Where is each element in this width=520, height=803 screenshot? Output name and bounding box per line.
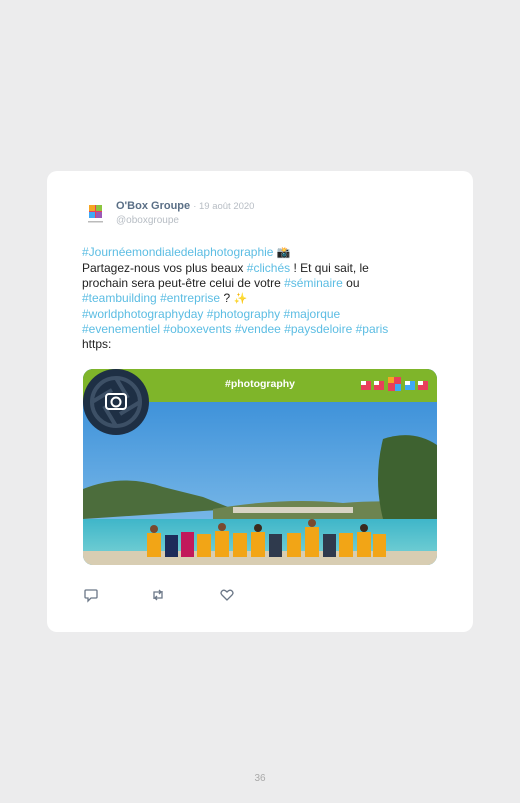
hashtag[interactable]: #oboxevents <box>163 322 231 336</box>
camera-icon: 📸 <box>276 247 291 259</box>
tweet-line-1: #Journéemondialedelaphotographie 📸 <box>82 245 442 261</box>
tweet-text-fragment: ou <box>342 276 360 290</box>
author-handle[interactable]: @oboxgroupe <box>116 214 254 227</box>
avatar[interactable] <box>82 200 109 227</box>
hashtag[interactable]: #teambuilding <box>82 291 157 305</box>
tweet-text-fragment: ? <box>220 291 234 305</box>
sparkles-icon: ✨ <box>233 293 248 305</box>
tweet-line-6: #evenementiel #oboxevents #vendee #paysd… <box>82 322 442 337</box>
tweet-line-7: https: <box>82 337 442 352</box>
hashtag[interactable]: #Journéemondialedelaphotographie <box>82 245 273 259</box>
tweet-date[interactable]: · 19 août 2020 <box>193 201 254 212</box>
camera-aperture-icon <box>83 369 149 435</box>
author-name[interactable]: O'Box Groupe <box>116 200 190 212</box>
tweet-text-fragment: Partagez-nous vos plus beaux <box>82 261 247 275</box>
hashtag[interactable]: #séminaire <box>284 276 343 290</box>
reply-icon[interactable] <box>83 587 99 603</box>
hashtag[interactable]: #majorque <box>284 307 341 321</box>
tweet-line-4: #teambuilding #entreprise ? ✨ <box>82 291 442 307</box>
tweet-line-2: Partagez-nous vos plus beaux #clichés ! … <box>82 261 442 276</box>
tweet-line-3: prochain sera peut-être celui de votre #… <box>82 276 442 291</box>
tweet-media-image[interactable]: #photography <box>83 369 437 565</box>
hashtag[interactable]: #vendee <box>235 322 281 336</box>
tweet-actions <box>83 587 243 603</box>
hashtag[interactable]: #clichés <box>247 261 290 275</box>
hashtag[interactable]: #worldphotographyday <box>82 307 203 321</box>
like-icon[interactable] <box>219 587 235 603</box>
hashtag[interactable]: #entreprise <box>160 291 220 305</box>
hashtag[interactable]: #paysdeloire <box>284 322 352 336</box>
tweet-text: #Journéemondialedelaphotographie 📸 Parta… <box>82 245 442 352</box>
tweet-line-5: #worldphotographyday #photography #major… <box>82 307 442 322</box>
retweet-icon[interactable] <box>150 587 166 603</box>
brand-logos <box>361 377 428 391</box>
hashtag[interactable]: #evenementiel <box>82 322 160 336</box>
tweet-text-fragment: ! Et qui sait, le <box>290 261 369 275</box>
tweet-link[interactable]: https: <box>82 337 111 351</box>
tweet-author: O'Box Groupe · 19 août 2020 @oboxgroupe <box>116 200 254 227</box>
page-number: 36 <box>254 773 266 784</box>
hashtag[interactable]: #photography <box>207 307 280 321</box>
hashtag[interactable]: #paris <box>356 322 389 336</box>
tweet-card: O'Box Groupe · 19 août 2020 @oboxgroupe … <box>47 171 473 632</box>
tweet-text-fragment: prochain sera peut-être celui de votre <box>82 276 285 290</box>
